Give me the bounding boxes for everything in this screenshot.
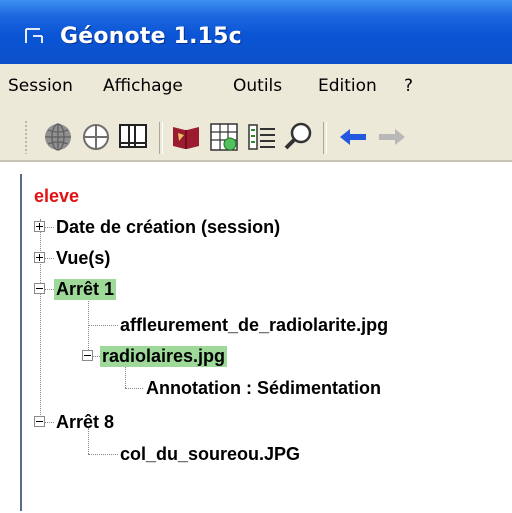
tree-connector [125,388,143,389]
menu-outils[interactable]: Outils [233,76,282,96]
target-circle-icon[interactable] [80,121,112,153]
menu-bar: Session Affichage Outils Edition ? [0,64,512,111]
split-view-icon[interactable] [117,121,149,153]
tree-connector [88,325,118,326]
back-arrow-icon[interactable] [337,121,369,153]
tree-node-radiolaires-image[interactable]: radiolaires.jpg [100,346,228,367]
collapse-toggle[interactable] [34,283,45,294]
toolbar-separator [159,122,163,154]
tree-node-col-du-soureou-image[interactable]: col_du_soureou.JPG [120,444,300,465]
window-title: Géonote 1.15c [60,24,242,49]
expand-toggle[interactable] [34,221,45,232]
expand-toggle[interactable] [34,252,45,263]
book-icon[interactable] [170,121,202,153]
tree-node-arret-1[interactable]: Arrêt 1 [54,279,117,300]
collapse-toggle[interactable] [34,416,45,427]
list-icon[interactable] [246,121,278,153]
tree-node-arret-8[interactable]: Arrêt 8 [56,412,114,433]
collapse-toggle[interactable] [82,350,93,361]
tree-root[interactable]: eleve [34,186,79,207]
title-bar[interactable]: Géonote 1.15c [0,0,512,64]
tree-connector [40,219,41,423]
menu-session[interactable]: Session [8,76,73,96]
magnifier-icon[interactable] [282,121,314,153]
forward-arrow-icon[interactable] [376,121,408,153]
tree-node-vues[interactable]: Vue(s) [56,248,110,269]
tree-left-border [20,174,22,511]
app-icon [25,28,43,43]
menu-affichage[interactable]: Affichage [103,76,183,96]
tree-node-affleurement-image[interactable]: affleurement_de_radiolarite.jpg [120,315,388,336]
menu-edition[interactable]: Edition [318,76,377,96]
toolbar-grip[interactable] [24,120,28,154]
globe-icon[interactable] [42,121,74,153]
tree-node-date-creation[interactable]: Date de création (session) [56,217,280,238]
toolbar-separator [323,122,327,154]
tree-node-annotation[interactable]: Annotation : Sédimentation [146,378,381,399]
menu-help[interactable]: ? [404,76,413,96]
table-grid-icon[interactable] [208,121,240,153]
tree-connector [88,454,118,455]
